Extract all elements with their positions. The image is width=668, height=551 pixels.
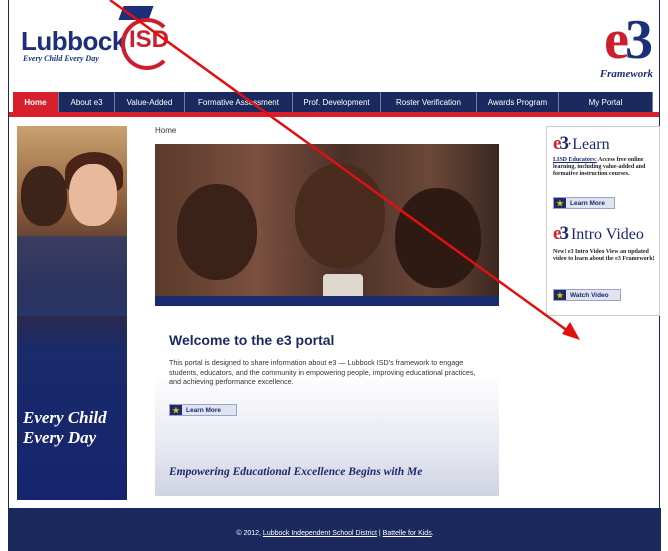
video-heading-text: Intro Video [566,226,644,243]
nav-home[interactable]: Home [13,92,59,112]
tagline: Empowering Educational Excellence Begins… [169,466,423,478]
e3-learn-heading[interactable]: e3·Learn [553,133,610,155]
photo-child-face [21,166,67,226]
learn-heading-text: ·Learn [566,136,610,153]
learn-more-button[interactable]: ★ Learn More [169,404,237,416]
nav-value-added[interactable]: Value-Added [115,92,185,112]
lisd-educators-link[interactable]: LISD Educators: [553,157,597,163]
header-divider [9,112,659,117]
e3-video-3: 3 [559,223,568,244]
lubbock-logo[interactable]: Lubbock [21,26,126,57]
nav-my-portal[interactable]: My Portal [559,92,653,112]
hero-bar [155,296,499,306]
e3-logo-3: 3 [625,9,653,71]
e3-logo[interactable]: e3 [604,9,653,71]
nav-formative-assessment[interactable]: Formative Assessment [185,92,293,112]
site-footer: © 2012, Lubbock Independent School Distr… [9,508,661,551]
e3-logo-e: e [604,9,629,71]
site-header: Lubbock Every Child Every Day ISD e3 Fra… [9,0,659,92]
banner-slogan-line2: Every Day [23,428,97,447]
hero-photo [155,144,499,304]
learn-description: LISD Educators: Access free online learn… [553,157,657,178]
photo-teacher-face [69,164,117,226]
star-icon: ★ [170,405,182,415]
sidebar: e3·Learn LISD Educators: Access free onl… [546,126,660,316]
battelle-link[interactable]: Battelle for Kids [383,530,432,537]
nav-prof-development[interactable]: Prof. Development [293,92,381,112]
watch-video-button[interactable]: ★ Watch Video [553,289,621,301]
e3-learn-3: 3 [559,133,568,154]
nav-roster-verification[interactable]: Roster Verification [381,92,477,112]
logo-tagline: Every Child Every Day [23,54,99,63]
left-banner-photo: Every Child Every Day [17,126,127,500]
welcome-title: Welcome to the e3 portal [169,332,335,348]
banner-slogan-line1: Every Child [23,408,107,427]
video-description: New! e3 Intro Video View an updated vide… [553,249,655,262]
welcome-body: This portal is designed to share informa… [169,358,476,386]
banner-slogan: Every Child Every Day [23,408,107,448]
lisd-link[interactable]: Lubbock Independent School District [263,530,377,537]
watch-video-label: Watch Video [570,291,609,299]
breadcrumb[interactable]: Home [155,126,176,135]
footer-end: . [431,530,434,537]
photo-kid-right [395,188,481,288]
nav-awards-program[interactable]: Awards Program [477,92,559,112]
page-frame: Lubbock Every Child Every Day ISD e3 Fra… [8,0,661,551]
e3-learn-logo: e3 [553,133,569,154]
photo-kid-center [295,164,385,268]
copyright: © 2012, [236,530,263,537]
star-icon: ★ [554,290,566,300]
welcome-panel: Welcome to the e3 portal This portal is … [155,306,499,496]
sidebar-learn-more-label: Learn More [570,199,606,207]
main-nav: Home About e3 Value-Added Formative Asse… [13,92,653,112]
isd-logo-text: ISD [129,26,170,53]
star-icon: ★ [554,198,566,208]
nav-about-e3[interactable]: About e3 [59,92,115,112]
learn-more-label: Learn More [186,406,222,414]
e3-framework-label: Framework [599,68,653,80]
photo-kid-left [177,184,257,280]
footer-text: © 2012, Lubbock Independent School Distr… [9,530,661,537]
e3-intro-video-heading[interactable]: e3 Intro Video [553,223,644,245]
photo-clothing [17,236,127,316]
e3-video-logo: e3 [553,223,569,244]
sidebar-learn-more-button[interactable]: ★ Learn More [553,197,615,209]
